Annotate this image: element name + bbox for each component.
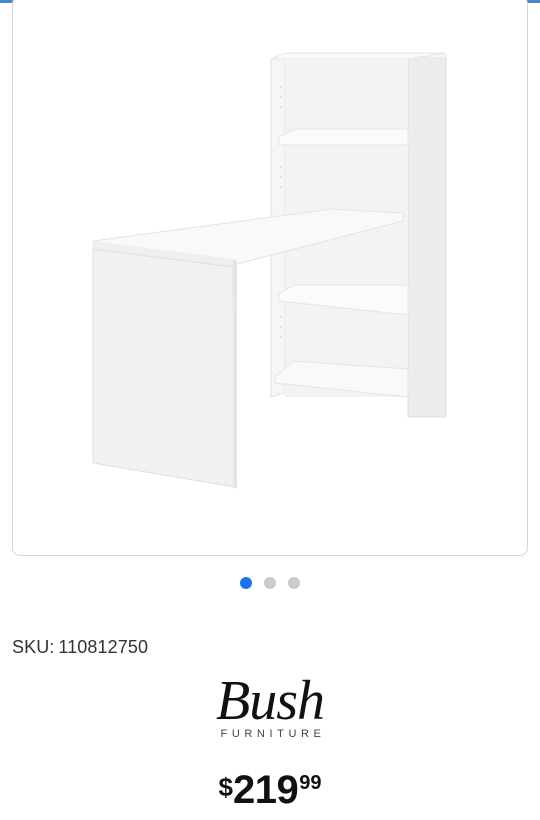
sku-value: 110812750	[58, 637, 149, 657]
carousel-dot-3[interactable]	[288, 577, 300, 589]
brand-logo[interactable]: Bush FURNITURE	[200, 670, 340, 746]
product-price: $21999	[0, 768, 540, 813]
carousel-dot-2[interactable]	[264, 577, 276, 589]
product-sku: SKU: 110812750	[12, 637, 148, 658]
carousel-dots	[0, 577, 540, 591]
price-dollars: 219	[232, 768, 299, 812]
product-image[interactable]	[13, 0, 528, 556]
brand-subtitle: FURNITURE	[220, 728, 326, 740]
carousel-dot-1[interactable]	[240, 577, 252, 589]
sku-label: SKU:	[12, 637, 55, 657]
brand-name: Bush	[216, 670, 325, 732]
price-cents: 99	[299, 772, 322, 794]
price-currency: $	[218, 772, 233, 802]
product-image-card[interactable]	[12, 0, 528, 556]
